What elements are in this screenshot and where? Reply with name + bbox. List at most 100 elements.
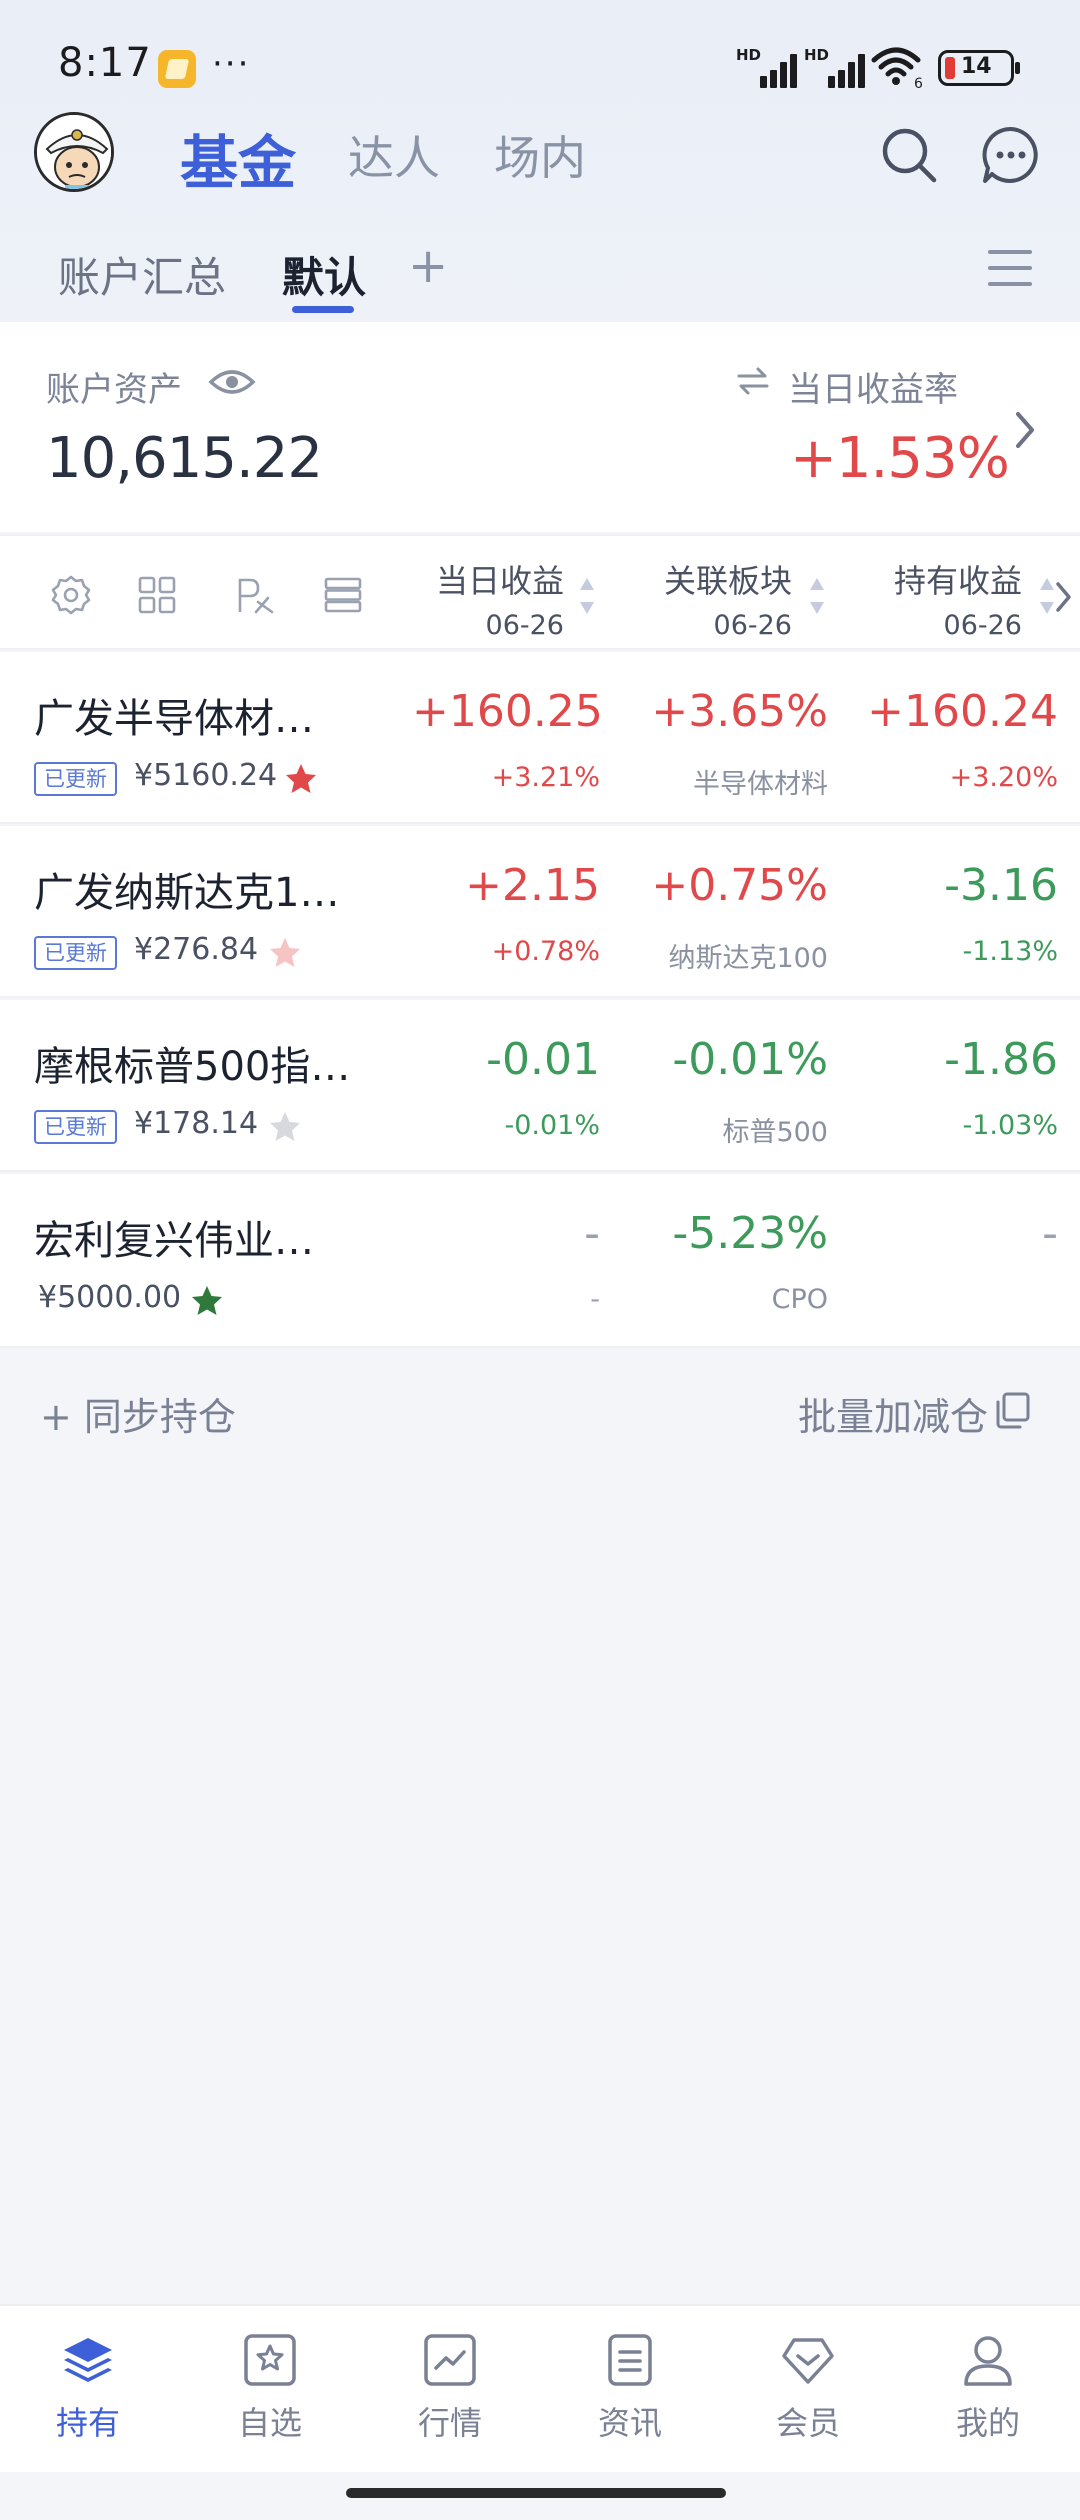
signal-bar bbox=[780, 62, 787, 88]
fund-row[interactable]: 摩根标普500指… 已更新 ¥178.14 -0.01 -0.01% -0.01… bbox=[0, 1000, 1080, 1172]
top-area: 8:17 ··· HD HD 6 14 基金 达人 场内 账户汇总 默认 + bbox=[0, 0, 1080, 322]
battery-icon: 14 bbox=[938, 50, 1020, 86]
menu-icon-line bbox=[988, 282, 1032, 286]
chart-icon bbox=[424, 2334, 476, 2386]
nav-market[interactable]: 行情 bbox=[390, 2332, 510, 2444]
pk-compare-icon[interactable] bbox=[234, 574, 276, 616]
account-asset-label: 账户资产 bbox=[46, 370, 182, 410]
signal-icon: HD bbox=[736, 46, 798, 88]
daily-return-value: +160.25 bbox=[412, 686, 603, 737]
subtab-active-indicator bbox=[292, 306, 354, 313]
scroll-right-icon[interactable] bbox=[1052, 580, 1074, 614]
daily-return-value: - bbox=[584, 1208, 600, 1259]
holding-return-value: - bbox=[1042, 1208, 1058, 1259]
nav-label: 会员 bbox=[775, 2404, 840, 2442]
status-time: 8:17 bbox=[58, 40, 152, 86]
status-bar: 8:17 ··· HD HD 6 14 bbox=[0, 0, 1080, 132]
daily-return-value: -0.01 bbox=[486, 1034, 600, 1085]
menu-icon[interactable] bbox=[988, 250, 1032, 286]
account-asset-card[interactable]: 账户资产 10,615.22 当日收益率 +1.53% bbox=[0, 322, 1080, 532]
signal-hd-label: HD bbox=[736, 46, 762, 64]
person-icon bbox=[964, 2336, 1012, 2386]
signal-bar bbox=[838, 70, 845, 88]
sync-holdings-button[interactable]: + 同步持仓 bbox=[40, 1386, 236, 1441]
wifi-icon: 6 bbox=[871, 47, 923, 90]
sort-icon[interactable] bbox=[578, 574, 596, 618]
holding-return-value: -3.16 bbox=[944, 860, 1058, 911]
nav-label: 行情 bbox=[417, 2404, 482, 2442]
subtab-account-summary[interactable]: 账户汇总 bbox=[58, 244, 226, 305]
eye-icon[interactable] bbox=[208, 366, 256, 398]
daily-return-rate-value: +1.53% bbox=[790, 426, 1010, 491]
column-related-sector[interactable]: 关联板块 06-26 bbox=[636, 556, 792, 641]
layers-icon bbox=[64, 2338, 112, 2382]
message-icon[interactable] bbox=[980, 124, 1042, 186]
sector-name: CPO bbox=[771, 1284, 828, 1315]
bottom-navigation: 持有 自选 行情 资讯 会员 我的 bbox=[0, 2304, 1080, 2472]
battery-fill bbox=[945, 57, 955, 79]
subtab-default[interactable]: 默认 bbox=[282, 244, 366, 305]
fund-name: 摩根标普500指… bbox=[34, 1044, 351, 1090]
grid-view-icon[interactable] bbox=[136, 574, 178, 616]
fund-name: 广发纳斯达克1… bbox=[34, 870, 340, 916]
nav-watchlist[interactable]: 自选 bbox=[210, 2332, 330, 2444]
tab-exchange[interactable]: 场内 bbox=[494, 122, 586, 188]
updated-badge: 已更新 bbox=[34, 936, 117, 970]
fund-name: 宏利复兴伟业… bbox=[34, 1218, 314, 1264]
nav-membership[interactable]: 会员 bbox=[748, 2332, 868, 2444]
avatar[interactable] bbox=[34, 112, 114, 192]
battery-level: 14 bbox=[961, 54, 992, 79]
sector-name: 纳斯达克100 bbox=[668, 943, 828, 974]
fund-row[interactable]: 广发半导体材… 已更新 ¥5160.24 +160.25 +3.21% +3.6… bbox=[0, 652, 1080, 824]
copy-icon[interactable] bbox=[992, 1390, 1032, 1430]
nav-profile[interactable]: 我的 bbox=[928, 2332, 1048, 2444]
daily-return-percent: +0.78% bbox=[491, 936, 600, 967]
daily-return-rate-label: 当日收益率 bbox=[788, 370, 958, 410]
nav-holdings[interactable]: 持有 bbox=[28, 2332, 148, 2444]
star-icon[interactable] bbox=[268, 936, 302, 970]
column-holding-return[interactable]: 持有收益 06-26 bbox=[866, 556, 1022, 641]
list-view-icon[interactable] bbox=[322, 574, 364, 616]
star-square-icon bbox=[244, 2334, 296, 2386]
column-daily-return[interactable]: 当日收益 06-26 bbox=[408, 556, 564, 641]
settings-icon[interactable] bbox=[50, 574, 92, 616]
signal-bar bbox=[848, 62, 855, 88]
sector-name: 半导体材料 bbox=[693, 769, 828, 800]
sort-icon[interactable] bbox=[808, 574, 826, 618]
sector-name: 标普500 bbox=[722, 1117, 828, 1148]
star-icon[interactable] bbox=[284, 762, 318, 796]
search-icon[interactable] bbox=[878, 124, 940, 186]
holding-return-value: -1.86 bbox=[944, 1034, 1058, 1085]
chevron-right-icon[interactable] bbox=[1010, 408, 1040, 452]
batch-adjust-button[interactable]: 批量加减仓 bbox=[798, 1386, 988, 1441]
fund-amount: ¥5000.00 bbox=[38, 1280, 182, 1315]
add-group-button[interactable]: + bbox=[408, 238, 448, 294]
daily-return-percent: +3.21% bbox=[491, 762, 600, 793]
avatar-image bbox=[37, 115, 111, 189]
tab-fund[interactable]: 基金 bbox=[180, 116, 296, 200]
swap-icon[interactable] bbox=[736, 366, 770, 396]
sector-change-value: +0.75% bbox=[651, 860, 828, 911]
nav-label: 我的 bbox=[955, 2404, 1020, 2442]
document-icon bbox=[608, 2334, 652, 2386]
fund-amount: ¥178.14 bbox=[134, 1106, 259, 1141]
star-icon[interactable] bbox=[190, 1284, 224, 1318]
fund-row[interactable]: 广发纳斯达克1… 已更新 ¥276.84 +2.15 +0.78% +0.75%… bbox=[0, 826, 1080, 998]
tab-experts[interactable]: 达人 bbox=[348, 122, 440, 188]
column-date: 06-26 bbox=[713, 610, 792, 641]
star-icon[interactable] bbox=[268, 1110, 302, 1144]
signal-icon: HD bbox=[804, 46, 866, 88]
nav-news[interactable]: 资讯 bbox=[570, 2332, 690, 2444]
nav-label: 资讯 bbox=[597, 2404, 662, 2442]
daily-return-percent: -0.01% bbox=[504, 1110, 600, 1141]
nav-label: 持有 bbox=[55, 2404, 120, 2442]
notification-app-icon bbox=[158, 50, 196, 88]
fund-row[interactable]: 宏利复兴伟业… ¥5000.00 - - -5.23% CPO - bbox=[0, 1174, 1080, 1348]
signal-bar bbox=[858, 54, 865, 88]
diamond-icon bbox=[782, 2338, 834, 2384]
sync-actions-row: + 同步持仓 批量加减仓 bbox=[0, 1350, 1080, 1470]
home-indicator[interactable] bbox=[346, 2488, 726, 2498]
sector-change-value: -0.01% bbox=[672, 1034, 828, 1085]
signal-hd-label: HD bbox=[804, 46, 830, 64]
holdings-table-header: 当日收益 06-26 关联板块 06-26 持有收益 06-26 bbox=[0, 534, 1080, 650]
